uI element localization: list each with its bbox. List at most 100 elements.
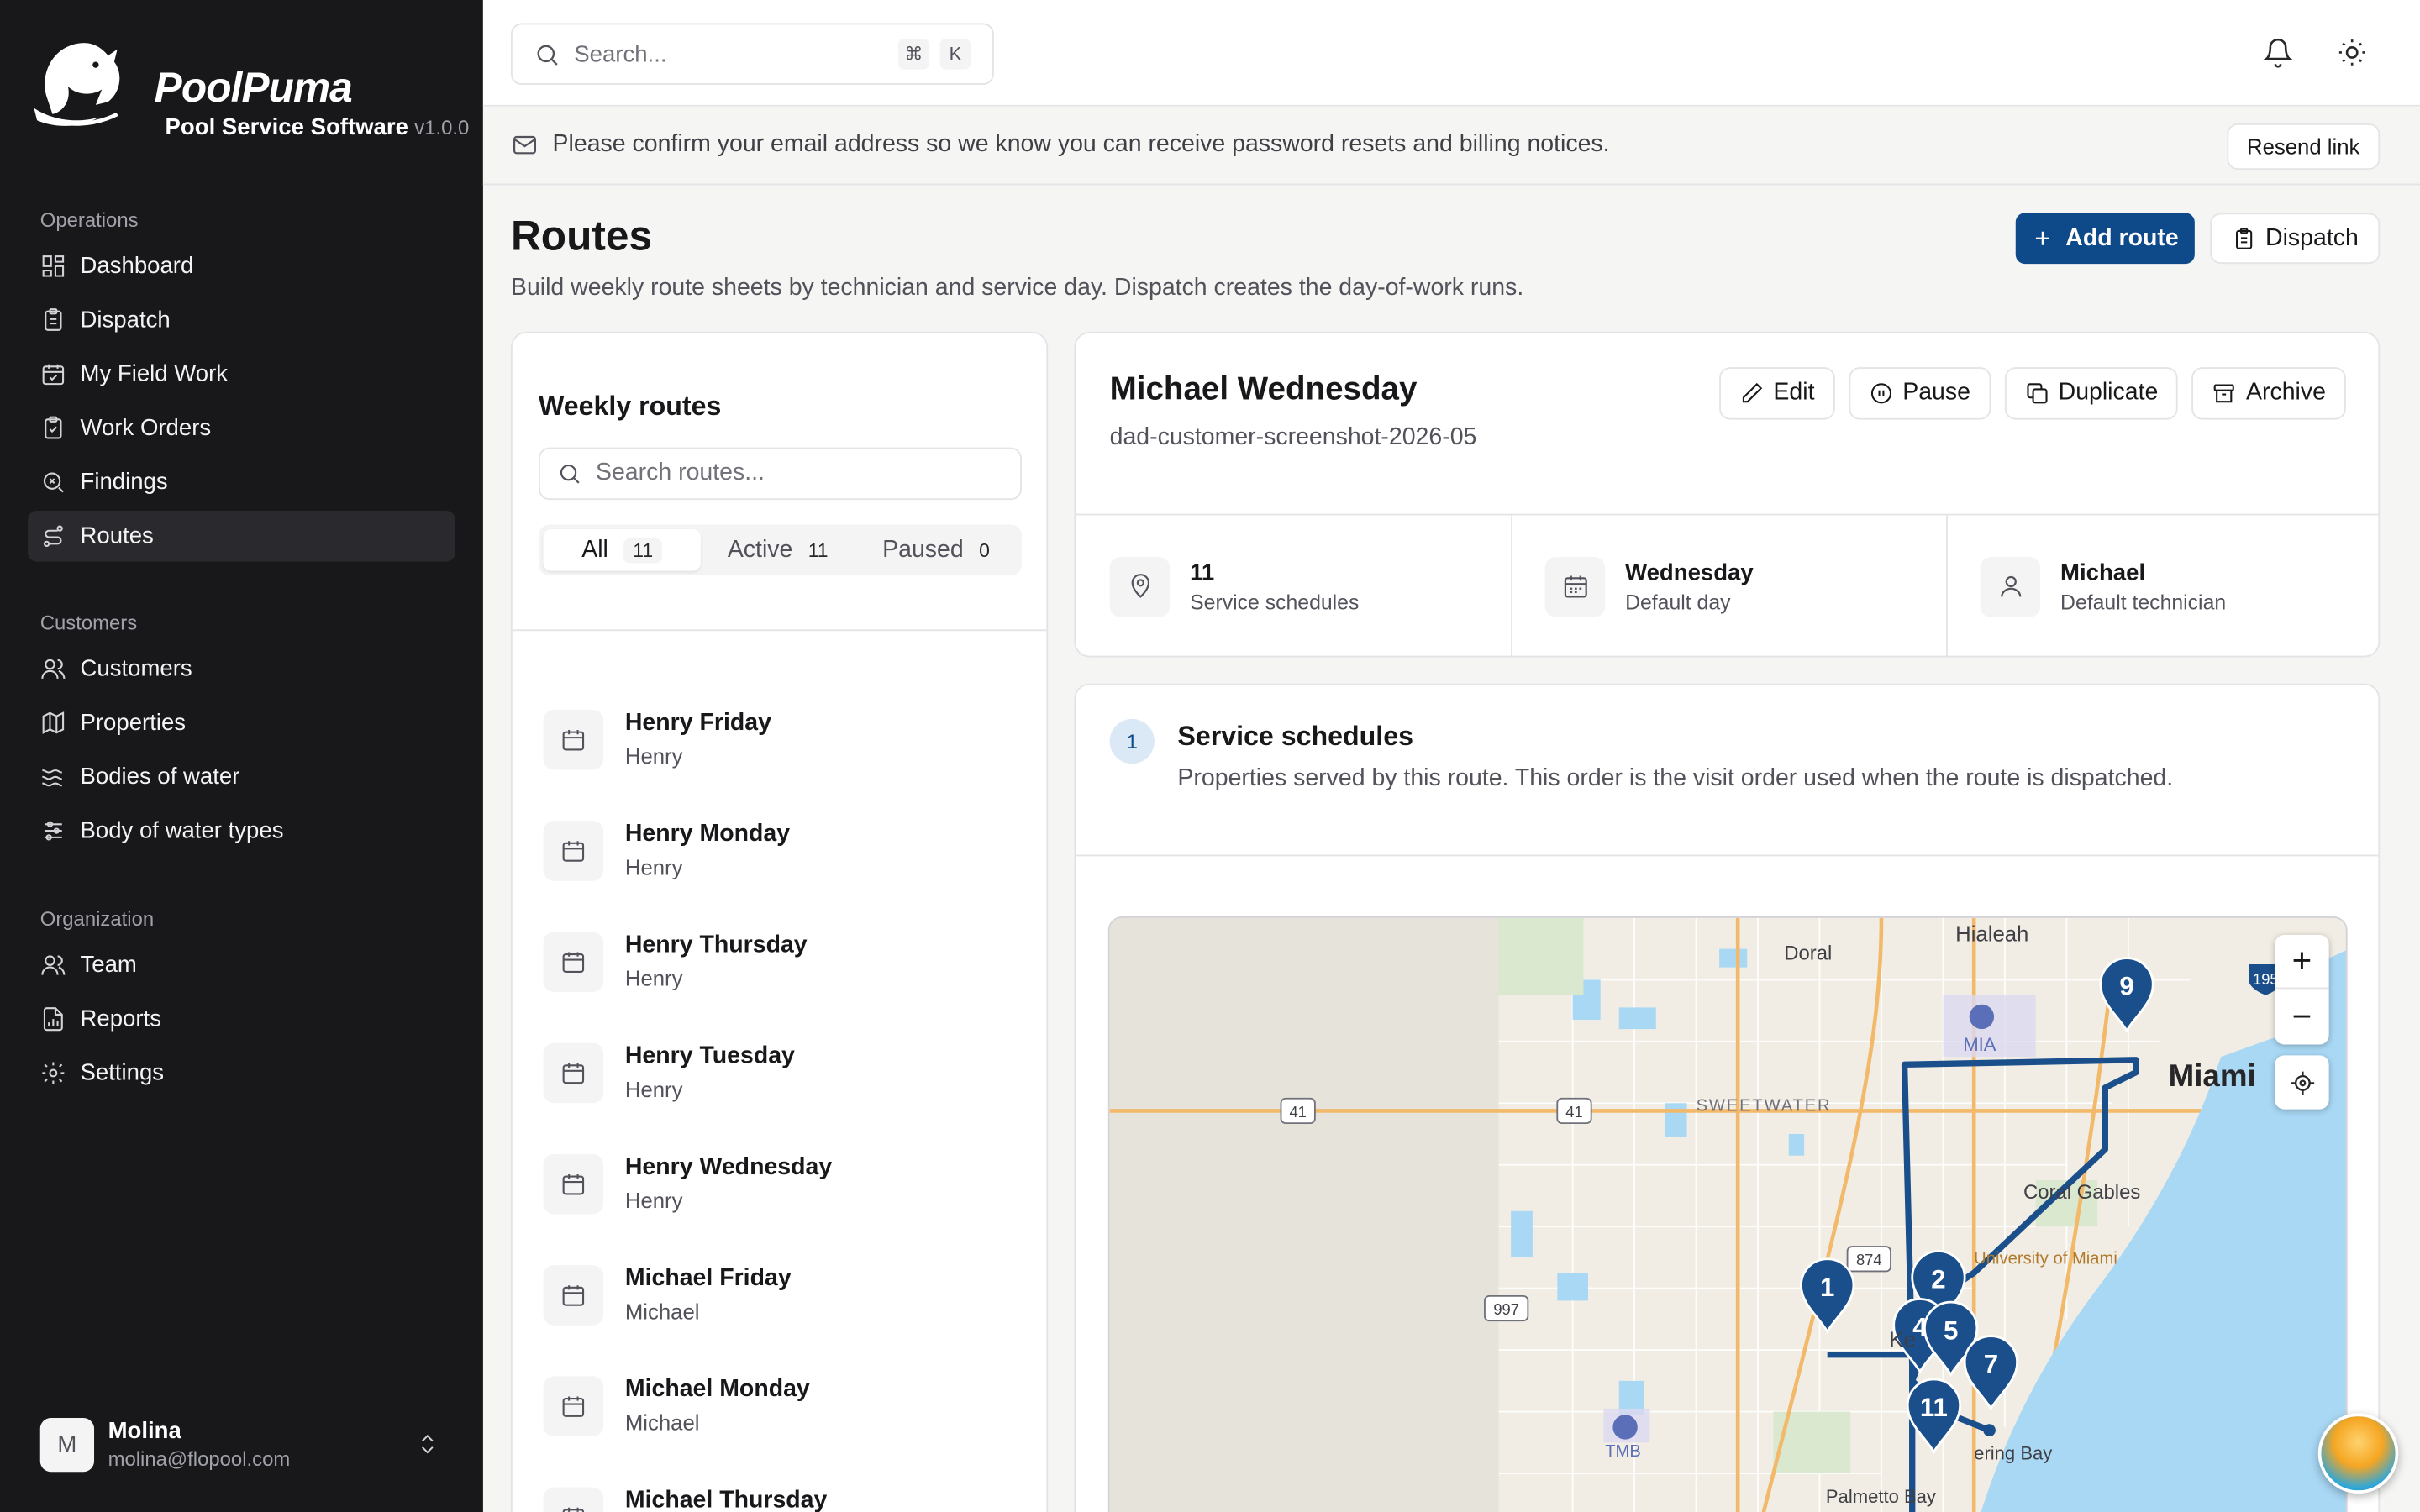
stat-value: 11 [1190,559,1215,586]
user-icon [2000,575,2021,597]
sidebar-item-bodies-of-water[interactable]: Bodies of water [28,751,455,802]
filter-tab-active[interactable]: Active 11 [701,529,855,571]
svg-text:41: 41 [1289,1103,1306,1121]
pencil-icon [1742,382,1763,403]
archive-label: Archive [2246,379,2326,407]
filter-tab-all[interactable]: All 11 [543,529,701,571]
calendar-icon [562,729,585,750]
brand-name: PoolPuma [154,65,353,112]
route-name: Michael Thursday [624,1487,828,1512]
route-technician: Henry [624,854,683,879]
divider [1946,515,1948,658]
route-name: Michael Friday [624,1265,792,1292]
route-icon-box [543,708,604,769]
sidebar-item-reports[interactable]: Reports [28,994,455,1045]
search-x-icon [43,472,64,493]
sidebar-item-customers[interactable]: Customers [28,643,455,695]
route-list-item[interactable]: Michael Monday Michael [543,1350,1022,1461]
route-search-input[interactable]: Search routes... [539,447,1022,501]
global-search[interactable]: Search... ⌘ K [510,23,994,86]
sidebar-item-label: Bodies of water [80,764,240,790]
route-stop-marker[interactable]: 1 [1800,1257,1855,1334]
users-icon [41,659,66,680]
locate-button[interactable] [2275,1055,2329,1110]
nav-section-operations: Operations Dashboard Dispatch My Field W… [28,203,455,562]
sidebar-item-work-orders[interactable]: Work Orders [28,402,455,454]
route-name: Henry Wednesday [624,1153,833,1181]
shortcut-key: K [939,38,971,70]
user-menu[interactable]: M Molina molina@flopool.com [28,1404,455,1484]
plus-icon [2036,231,2050,245]
filter-tab-paused[interactable]: Paused 0 [855,529,1018,571]
route-icon-box [543,1152,604,1214]
sidebar-item-settings[interactable]: Settings [28,1047,455,1099]
svg-text:874: 874 [1856,1251,1882,1268]
archive-button[interactable]: Archive [2191,367,2346,420]
map-icon [42,711,65,734]
route-actions: Edit Pause Duplicate Archive [1719,367,2346,420]
section-description: Properties served by this route. This or… [1177,765,2174,792]
route-name: Henry Friday [624,709,771,737]
sidebar-item-properties[interactable]: Properties [28,697,455,748]
avatar: M [39,1417,95,1472]
panel-title: Weekly routes [539,390,722,422]
sidebar-item-dashboard[interactable]: Dashboard [28,241,455,292]
pause-button[interactable]: Pause [1848,367,1991,420]
page-subtitle: Build weekly route sheets by technician … [510,274,1524,302]
route-list-item[interactable]: Henry Friday Henry [543,684,1022,795]
sidebar-item-my-field-work[interactable]: My Field Work [28,349,455,400]
stat-value: Wednesday [1625,559,1754,586]
route-list-item[interactable]: Michael ThursdayMichael [543,1461,1022,1512]
zoom-controls: + − [2275,935,2329,1045]
route-icon-box [543,1486,604,1512]
sidebar-item-dispatch[interactable]: Dispatch [28,295,455,346]
route-stop-label: 11 [1920,1393,1948,1422]
sun-icon[interactable] [2337,37,2368,68]
route-list-item[interactable]: Henry Tuesday Henry [543,1016,1022,1127]
filter-count: 11 [623,538,663,563]
zoom-in-button[interactable]: + [2275,935,2329,990]
nav-heading: Organization [39,907,155,931]
route-technician: Michael [624,1299,700,1324]
sidebar-item-findings[interactable]: Findings [28,457,455,508]
route-list-item[interactable]: Michael Friday Michael [543,1239,1022,1350]
stat-default-day: Wednesday Default day [1544,515,1754,657]
sidebar-item-team[interactable]: Team [28,940,455,991]
route-stop-marker[interactable]: 11 [1906,1378,1962,1455]
topbar: Search... ⌘ K [482,0,2420,107]
route-name: Henry Tuesday [624,1042,795,1069]
banner-message: Please confirm your email address so we … [552,131,1610,158]
route-list-item[interactable]: Henry Wednesday Henry [543,1128,1022,1239]
route-stop-label: 2 [1931,1265,1945,1294]
resend-link-button[interactable]: Resend link [2227,123,2381,171]
route-stop-marker[interactable]: 9 [2099,957,2154,1033]
zoom-out-button[interactable]: − [2275,989,2328,1042]
map-label-university: University of Miami [1974,1249,2118,1268]
route-stop-label: 9 [2119,972,2133,1001]
route-map[interactable]: 41 41 874 997 195 1 2 4 5 7 9 11 Hialeah Doral… [1107,916,2348,1512]
calendar-check-icon [42,364,65,386]
duplicate-button[interactable]: Duplicate [2004,367,2179,420]
route-list-item[interactable]: Henry Thursday Henry [543,906,1022,1016]
route-icon-box [543,1264,604,1325]
app-version: v1.0.0 [414,115,470,139]
nav-section-organization: Organization Team Reports Settings [28,902,455,1098]
stat-service-schedules: 11 Service schedules [1109,515,1359,657]
sidebar-item-body-of-water-types[interactable]: Body of water types [28,806,455,857]
edit-button[interactable]: Edit [1719,367,1835,420]
dispatch-button[interactable]: Dispatch [2210,213,2381,265]
calendar-icon [562,1062,585,1084]
support-chat-bubble[interactable] [2317,1413,2399,1494]
route-technician: Henry [624,1077,683,1102]
crosshair-icon [2290,1070,2314,1095]
brand-logo[interactable]: PoolPuma Pool Service Software v1.0.0 [31,34,469,142]
route-subtitle: dad-customer-screenshot-2026-05 [1109,424,1477,451]
sidebar-item-routes[interactable]: Routes [28,510,455,562]
brand-tagline: Pool Service Software v1.0.0 [165,113,470,141]
route-icon-box [543,820,604,880]
bell-icon[interactable] [2262,37,2294,68]
route-list-item[interactable]: Henry Monday Henry [543,795,1022,906]
map-label-miami: Miami [2168,1059,2256,1095]
add-route-button[interactable]: Add route [2015,213,2195,265]
route-filter-tabs: All 11 Active 11 Paused 0 [539,524,1022,576]
